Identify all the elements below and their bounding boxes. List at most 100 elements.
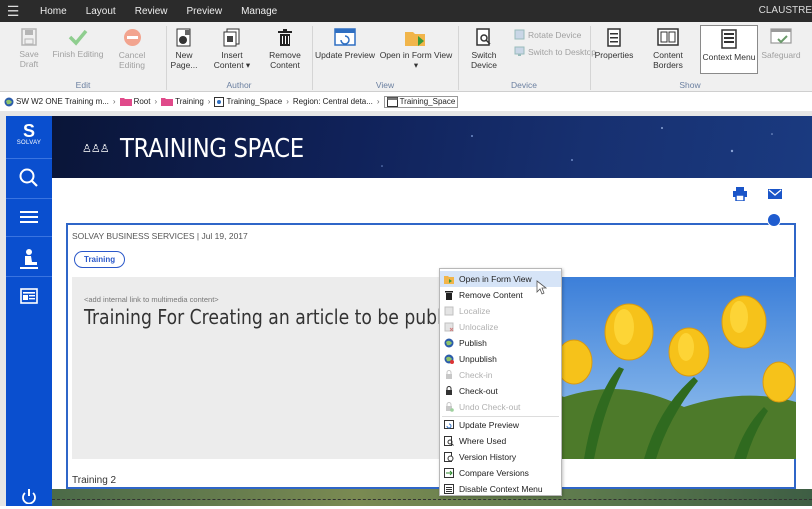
context-menu-label: Context Menu [702, 52, 756, 62]
ctx-label: Check-in [459, 370, 493, 380]
ctx-check-out[interactable]: Check-out [440, 383, 561, 399]
hamburger-menu-icon[interactable]: ☰ [0, 3, 26, 20]
insert-content-label-1: Insert [221, 50, 243, 60]
ctx-check-in[interactable]: Check-in [440, 367, 561, 383]
article-tag[interactable]: Training [74, 251, 126, 268]
site-globe-icon [4, 97, 14, 106]
trash-icon [278, 29, 292, 46]
breadcrumb-label: SW W2 ONE Training m... [16, 97, 109, 106]
ctx-localize[interactable]: Localize [440, 303, 561, 319]
ctx-unlocalize[interactable]: Unlocalize [440, 319, 561, 335]
ctx-label: Compare Versions [459, 468, 529, 478]
menu-icon[interactable] [6, 210, 52, 229]
ctx-update-preview[interactable]: Update Preview [440, 417, 561, 433]
open-form-view-button[interactable]: Open in Form View ▾ [378, 28, 454, 70]
floppy-disk-icon [21, 28, 37, 46]
properties-button[interactable]: Properties [594, 28, 634, 60]
cancel-editing-button[interactable]: Cancel Editing [112, 28, 152, 70]
remove-content-button[interactable]: Remove Content [266, 28, 304, 70]
breadcrumb-label: Root [133, 97, 151, 106]
refresh-icon [444, 420, 454, 429]
breadcrumb-item-current[interactable]: Training_Space [383, 95, 459, 108]
chevron-right-icon: › [286, 97, 289, 106]
context-menu-toggle-button[interactable]: Context Menu [700, 25, 758, 74]
breadcrumb-item-training[interactable]: Training [161, 97, 204, 106]
safeguard-button[interactable]: Safeguard [760, 28, 802, 60]
people-icon: ♙♙♙ [82, 143, 110, 155]
content-borders-button[interactable]: Content Borders [638, 28, 698, 70]
mouse-cursor-icon [536, 280, 547, 295]
cancel-editing-label-1: Cancel [118, 50, 146, 60]
chevron-right-icon: › [112, 97, 116, 106]
component-badge-icon[interactable] [767, 213, 781, 227]
switch-desktop-button[interactable]: Switch to Desktop [514, 46, 596, 57]
breadcrumb: SW W2 ONE Training m... › Root › Trainin… [0, 93, 812, 110]
group-label-view: View [375, 80, 395, 90]
breadcrumb-item-root[interactable]: Root [119, 97, 151, 106]
menu-preview[interactable]: Preview [177, 6, 232, 17]
breadcrumb-label: Training [175, 97, 204, 106]
ctx-unpublish[interactable]: Unpublish [440, 351, 561, 367]
ctx-compare-versions[interactable]: Compare Versions [440, 465, 561, 481]
cancel-editing-label-2: Editing [119, 60, 145, 70]
article-block[interactable]: SOLVAY BUSINESS SERVICES | Jul 19, 2017 … [66, 223, 796, 489]
nav-divider [6, 158, 52, 159]
group-label-device: Device [511, 80, 537, 90]
cancel-circle-icon [123, 29, 141, 46]
localize-icon [444, 306, 454, 316]
save-draft-button[interactable]: Save Draft [10, 28, 48, 69]
menu-icon [444, 484, 454, 494]
ctx-label: Localize [459, 306, 491, 316]
ctx-version-history[interactable]: Version History [440, 449, 561, 465]
update-preview-label: Update Preview [314, 50, 375, 60]
new-page-button[interactable]: New Page... [168, 28, 200, 70]
publish-globe-icon [444, 338, 454, 348]
content-borders-label: Content Borders [653, 50, 683, 70]
ctx-label: Remove Content [459, 290, 523, 300]
next-component-preview [52, 489, 812, 506]
chevron-right-icon: › [207, 97, 211, 106]
rotate-device-button[interactable]: Rotate Device [514, 29, 581, 40]
article-headline[interactable]: Training For Creating an article to be p… [84, 305, 488, 329]
breadcrumb-label: Region: Central deta... [292, 97, 373, 106]
switch-device-button[interactable]: Switch Device [459, 28, 509, 70]
print-icon[interactable] [733, 187, 747, 201]
finish-editing-button[interactable]: Finish Editing [52, 28, 104, 59]
left-navigation: S SOLVAY [6, 116, 52, 506]
ctx-undo-check-out[interactable]: Undo Check-out [440, 399, 561, 415]
update-preview-icon [334, 28, 356, 46]
ctx-label: Version History [459, 452, 517, 462]
breadcrumb-item-site[interactable]: SW W2 ONE Training m... [4, 97, 109, 107]
mail-icon[interactable] [768, 189, 782, 199]
ctx-label: Check-out [459, 386, 498, 396]
safeguard-icon [770, 28, 792, 44]
insert-content-button[interactable]: Insert Content ▾ [212, 28, 252, 70]
properties-label: Properties [594, 50, 634, 60]
multimedia-link-placeholder[interactable]: <add internal link to multimedia content… [84, 295, 219, 304]
ctx-label: Undo Check-out [459, 402, 521, 412]
unpublish-globe-icon [444, 354, 454, 364]
ctx-publish[interactable]: Publish [440, 335, 561, 351]
breadcrumb-item-region[interactable]: Region: Central deta... [293, 97, 373, 106]
ctx-where-used[interactable]: Where Used [440, 433, 561, 449]
search-icon[interactable] [6, 168, 52, 193]
solvay-logo[interactable]: S SOLVAY [6, 122, 52, 146]
rotate-device-icon [514, 29, 525, 40]
menu-layout[interactable]: Layout [76, 6, 125, 17]
user-name[interactable]: CLAUSTRE [759, 5, 812, 16]
ctx-label: Unpublish [459, 354, 497, 364]
menu-manage[interactable]: Manage [231, 6, 286, 17]
newsfeed-icon[interactable] [6, 288, 52, 309]
ribbon-toolbar: Save Draft Finish Editing Cancel Editing… [0, 22, 812, 92]
switch-device-label: Switch Device [471, 50, 497, 70]
update-preview-button[interactable]: Update Preview [314, 28, 376, 60]
history-icon [444, 452, 454, 462]
ctx-disable-context-menu[interactable]: Disable Context Menu [440, 481, 561, 497]
menu-home[interactable]: Home [26, 6, 76, 17]
compare-icon [444, 468, 454, 478]
presenter-icon[interactable] [6, 248, 52, 275]
properties-icon [607, 28, 621, 47]
menu-review[interactable]: Review [125, 6, 177, 17]
breadcrumb-item-training-space[interactable]: Training_Space [214, 96, 282, 107]
form-view-icon [444, 276, 454, 284]
